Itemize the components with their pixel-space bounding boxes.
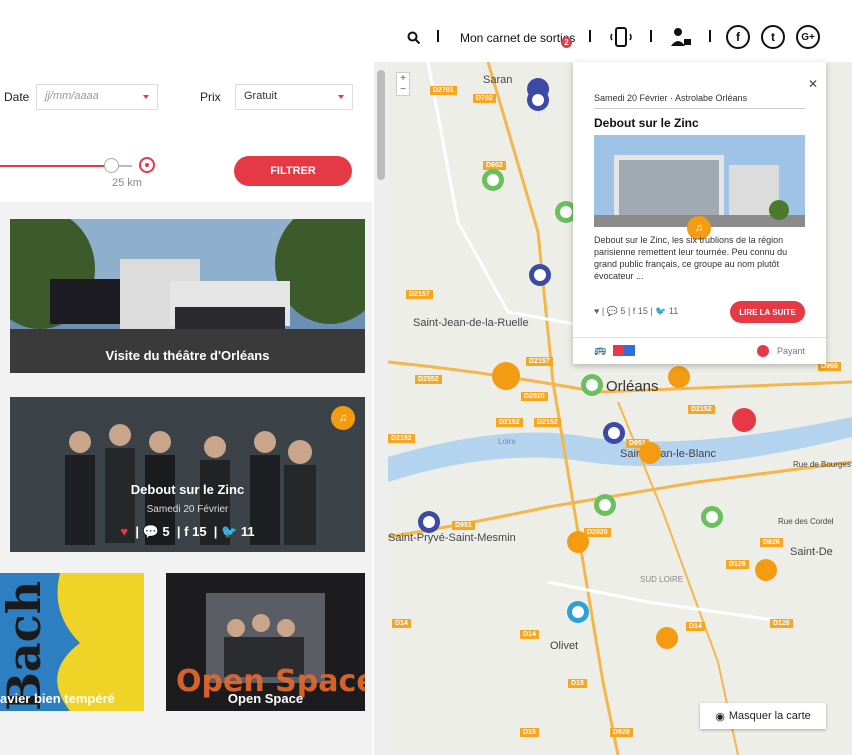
music-category-icon: ♫ [331, 406, 355, 430]
date-placeholder: jj/mm/aaaa [45, 90, 99, 102]
map-marker-theatre-icon[interactable] [603, 422, 625, 444]
price-label: Prix [200, 90, 221, 104]
chevron-down-icon [338, 95, 344, 99]
map-marker-theatre-icon[interactable] [527, 78, 550, 125]
map-marker-exhibit-icon[interactable] [581, 374, 603, 396]
card-title: Open Space [227, 691, 304, 706]
map-marker-sport-icon[interactable] [732, 408, 756, 432]
scrollbar-thumb[interactable] [377, 70, 385, 180]
heart-icon[interactable]: ♥ [120, 524, 128, 539]
mobile-icon[interactable] [609, 25, 633, 49]
map-marker-music-icon[interactable] [668, 366, 690, 388]
distance-slider-handle[interactable] [104, 158, 119, 173]
card-title: avier bien tempéré [0, 691, 115, 706]
popup-title: Debout sur le Zinc [594, 116, 699, 130]
filter-bar: Date jj/mm/aaaa Prix Gratuit 25 km FILTR… [0, 62, 372, 202]
comments-count: 5 [620, 306, 626, 316]
geolocate-icon[interactable] [139, 157, 155, 173]
event-card[interactable]: Visite du théâtre d'Orléans [10, 219, 365, 373]
map-marker-exhibit-icon[interactable] [482, 169, 504, 191]
googleplus-icon[interactable]: G+ [796, 25, 820, 49]
map-marker-photo-icon[interactable] [567, 601, 589, 623]
eye-slash-icon: ◉ [715, 710, 725, 723]
map-marker-exhibit-icon[interactable] [701, 506, 723, 528]
bus-icon: 🚌 [594, 345, 607, 356]
chevron-down-icon [143, 95, 149, 99]
results-panel: Date jj/mm/aaaa Prix Gratuit 25 km FILTR… [0, 62, 372, 755]
popup-description: Debout sur le Zinc, les six trublions de… [594, 235, 788, 281]
search-icon[interactable] [407, 31, 421, 45]
popup-stats: ♥ | 💬 5 | f 15 | 🐦 11 [594, 306, 679, 316]
date-input[interactable]: jj/mm/aaaa [36, 84, 158, 110]
distance-slider-rest [118, 165, 132, 167]
event-card[interactable]: Open Space Open Space [166, 573, 365, 711]
header-separator [589, 30, 591, 42]
twitter-icon[interactable]: t [761, 25, 785, 49]
distance-slider-track[interactable] [0, 165, 110, 167]
header-separator [437, 30, 439, 42]
hide-map-label: Masquer la carte [728, 710, 811, 722]
card-date: Samedi 20 Février [146, 504, 229, 515]
map-marker-theatre-icon[interactable] [418, 511, 440, 533]
top-header: Mon carnet de sorties 2 f t G+ [0, 0, 852, 62]
hide-map-button[interactable]: ◉ Masquer la carte [700, 703, 826, 729]
twitter-icon: 🐦 [655, 306, 667, 316]
header-separator [709, 30, 711, 42]
price-icon [757, 345, 769, 357]
distance-value: 25 km [112, 177, 142, 189]
map-marker-theatre-icon[interactable] [529, 264, 551, 286]
map-marker-music-icon[interactable] [656, 627, 678, 649]
price-value: Gratuit [244, 90, 278, 102]
popup-footer: 🚌 Payant [573, 337, 826, 364]
facebook-icon: f [632, 306, 636, 316]
twitter-count: 11 [240, 524, 255, 539]
popup-meta: Samedi 20 Février · Astrolabe Orléans [594, 93, 748, 103]
transport-badges-icon [613, 345, 635, 356]
user-lock-icon[interactable] [669, 25, 693, 49]
map-marker-music-icon[interactable] [567, 531, 589, 553]
map-marker-music-icon[interactable] [639, 442, 661, 464]
divider [594, 108, 805, 109]
map-marker-music-icon[interactable] [755, 559, 777, 581]
map-marker-exhibit-icon[interactable] [594, 494, 616, 516]
header-separator [650, 30, 652, 42]
comments-count: 5 [162, 524, 170, 539]
twitter-icon: 🐦 [221, 524, 238, 539]
event-card[interactable]: ♫ Debout sur le Zinc Samedi 20 Février ♥… [10, 397, 365, 552]
twitter-count: 11 [668, 306, 679, 316]
facebook-count: 15 [192, 524, 207, 539]
map-marker-music-icon[interactable] [492, 362, 520, 390]
price-select[interactable]: Gratuit [235, 84, 353, 110]
comment-icon: 💬 [142, 524, 159, 539]
heart-icon[interactable]: ♥ [594, 306, 599, 316]
facebook-count: 15 [637, 306, 648, 316]
date-label: Date [4, 90, 30, 104]
event-popup: ✕ Samedi 20 Février · Astrolabe Orléans … [573, 62, 826, 364]
price-label: Payant [776, 346, 805, 356]
read-more-button[interactable]: LIRE LA SUITE [730, 301, 805, 323]
close-icon[interactable]: ✕ [808, 77, 818, 91]
carnet-link[interactable]: Mon carnet de sorties [460, 31, 575, 45]
facebook-icon: f [184, 524, 189, 539]
card-title: Debout sur le Zinc [130, 482, 245, 497]
card-social-stats: ♥ | 💬 5 | f 15 | 🐦 11 [120, 524, 255, 539]
card-title: Visite du théâtre d'Orléans [105, 348, 270, 363]
filter-button[interactable]: FILTRER [234, 156, 352, 186]
carnet-count-badge: 2 [561, 37, 572, 48]
comment-icon: 💬 [606, 306, 618, 316]
facebook-icon[interactable]: f [726, 25, 750, 49]
scrollbar[interactable] [374, 62, 388, 755]
event-card[interactable]: Bach avier bien tempéré [0, 573, 144, 711]
popup-image [594, 135, 805, 227]
